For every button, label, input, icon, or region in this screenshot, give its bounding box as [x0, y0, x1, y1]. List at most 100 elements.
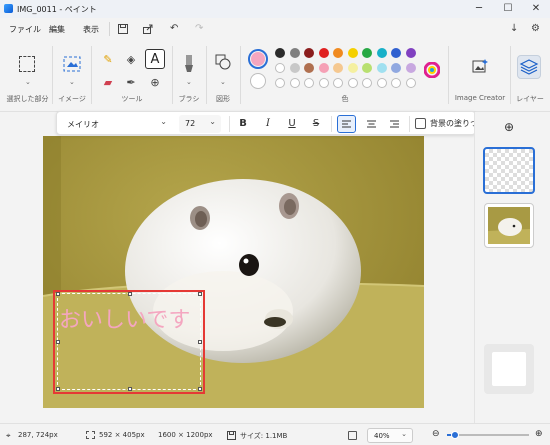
strikethrough-button[interactable]: S	[308, 116, 324, 132]
image-crop-icon[interactable]	[63, 56, 81, 72]
color-picker-icon[interactable]: ✒	[122, 74, 140, 92]
zoom-out-icon[interactable]: ⊖	[432, 429, 440, 439]
secondary-color-swatch[interactable]	[250, 73, 266, 89]
layer-thumbnail-photo[interactable]	[484, 203, 534, 248]
font-family-select[interactable]: メイリオ ⌄	[63, 115, 173, 133]
color-swatch[interactable]	[318, 63, 329, 73]
redo-icon[interactable]: ↷	[195, 23, 203, 34]
bold-button[interactable]: B	[235, 116, 251, 132]
close-button[interactable]: ✕	[522, 0, 550, 18]
brush-icon[interactable]	[182, 54, 196, 74]
color-swatch[interactable]	[275, 48, 285, 58]
fill-bucket-icon[interactable]: ◈	[122, 51, 140, 69]
custom-color-slot[interactable]	[318, 78, 329, 88]
minimize-button[interactable]: ─	[465, 0, 493, 18]
resize-handle[interactable]	[198, 340, 202, 344]
color-swatch[interactable]	[405, 48, 416, 58]
color-swatch[interactable]	[362, 63, 372, 73]
save-icon[interactable]	[118, 24, 128, 34]
menu-edit[interactable]: 編集	[49, 24, 65, 35]
add-layer-icon[interactable]: ⊕	[504, 120, 514, 134]
color-swatch[interactable]	[376, 48, 387, 58]
background-layer[interactable]	[484, 344, 534, 394]
color-swatch[interactable]	[376, 63, 387, 73]
zoom-select[interactable]: 40% ⌄	[367, 428, 413, 443]
zoom-in-icon[interactable]: ⊕	[535, 429, 543, 439]
canvas-text[interactable]: おいしいです	[59, 302, 190, 334]
fill-background-checkbox[interactable]	[415, 118, 426, 129]
download-icon[interactable]: ↓	[510, 23, 518, 34]
primary-color-swatch[interactable]	[248, 49, 268, 69]
color-swatch[interactable]	[347, 48, 358, 58]
color-swatch[interactable]	[333, 48, 343, 58]
color-swatch[interactable]	[405, 63, 416, 73]
chevron-down-icon: ⌄	[209, 117, 216, 126]
color-swatch[interactable]	[333, 63, 343, 73]
zoom-slider-track[interactable]	[447, 431, 529, 439]
shapes-chevron-icon[interactable]: ⌄	[220, 78, 226, 86]
color-swatch[interactable]	[391, 63, 401, 73]
group-label-layers: レイヤー	[516, 95, 544, 103]
align-left-button[interactable]	[337, 115, 356, 133]
undo-icon[interactable]: ↶	[170, 23, 178, 34]
font-size-select[interactable]: 72 ⌄	[179, 115, 221, 133]
align-right-icon[interactable]	[386, 116, 403, 132]
status-bar: ⌖ 287, 724px 592 × 405px 1600 × 1200px サ…	[0, 423, 550, 445]
background-layer-preview	[492, 352, 526, 386]
resize-handle[interactable]	[56, 340, 60, 344]
layers-button[interactable]	[517, 55, 541, 79]
selection-tool-icon[interactable]	[19, 56, 35, 72]
fit-to-window-icon[interactable]	[348, 431, 357, 440]
pencil-icon[interactable]: ✎	[99, 51, 117, 69]
custom-color-slot[interactable]	[289, 78, 300, 88]
custom-color-slot[interactable]	[333, 78, 343, 88]
settings-gear-icon[interactable]: ⚙	[531, 23, 540, 34]
resize-handle[interactable]	[128, 387, 132, 391]
underline-button[interactable]: U	[284, 116, 300, 132]
eraser-icon[interactable]: ▰	[99, 74, 117, 92]
resize-handle[interactable]	[198, 387, 202, 391]
selection-chevron-icon[interactable]: ⌄	[25, 78, 31, 86]
color-swatch[interactable]	[362, 48, 372, 58]
image-canvas[interactable]: おいしいです	[43, 136, 424, 408]
color-swatch[interactable]	[391, 48, 401, 58]
magnifier-icon[interactable]: ⊕	[146, 74, 164, 92]
custom-color-slot[interactable]	[391, 78, 401, 88]
color-swatch[interactable]	[318, 48, 329, 58]
custom-color-slot[interactable]	[275, 78, 285, 88]
image-creator-icon[interactable]	[472, 59, 488, 73]
menu-view[interactable]: 表示	[83, 24, 99, 35]
chevron-down-icon: ⌄	[160, 117, 167, 126]
custom-color-slot[interactable]	[376, 78, 387, 88]
custom-color-slot[interactable]	[362, 78, 372, 88]
resize-handle[interactable]	[128, 292, 132, 296]
share-icon[interactable]	[143, 24, 153, 34]
resize-handle[interactable]	[198, 292, 202, 296]
edit-colors-icon[interactable]	[424, 62, 440, 78]
color-swatch[interactable]	[289, 63, 300, 73]
color-swatch[interactable]	[304, 48, 314, 58]
ribbon-separator	[206, 46, 207, 104]
layer-thumbnail-text[interactable]	[483, 147, 535, 194]
group-label-shapes: 図形	[216, 95, 230, 103]
color-swatch[interactable]	[304, 63, 314, 73]
custom-color-slot[interactable]	[304, 78, 314, 88]
color-swatch[interactable]	[289, 48, 300, 58]
align-center-icon[interactable]	[363, 116, 380, 132]
maximize-button[interactable]: ☐	[494, 0, 522, 18]
resize-handle[interactable]	[56, 292, 60, 296]
color-swatch[interactable]	[347, 63, 358, 73]
menu-file[interactable]: ファイル	[9, 24, 41, 35]
shapes-icon[interactable]	[215, 54, 231, 70]
ribbon-separator	[91, 46, 92, 104]
brush-chevron-icon[interactable]: ⌄	[186, 78, 192, 86]
custom-color-slot[interactable]	[405, 78, 416, 88]
zoom-slider-thumb[interactable]	[451, 431, 459, 439]
text-tool-icon[interactable]: A	[145, 49, 165, 69]
italic-button[interactable]: I	[260, 116, 276, 132]
title-bar: IMG_0011 - ペイント ─ ☐ ✕	[0, 0, 550, 18]
image-chevron-icon[interactable]: ⌄	[69, 78, 75, 86]
custom-color-slot[interactable]	[347, 78, 358, 88]
color-swatch[interactable]	[275, 63, 285, 73]
resize-handle[interactable]	[56, 387, 60, 391]
